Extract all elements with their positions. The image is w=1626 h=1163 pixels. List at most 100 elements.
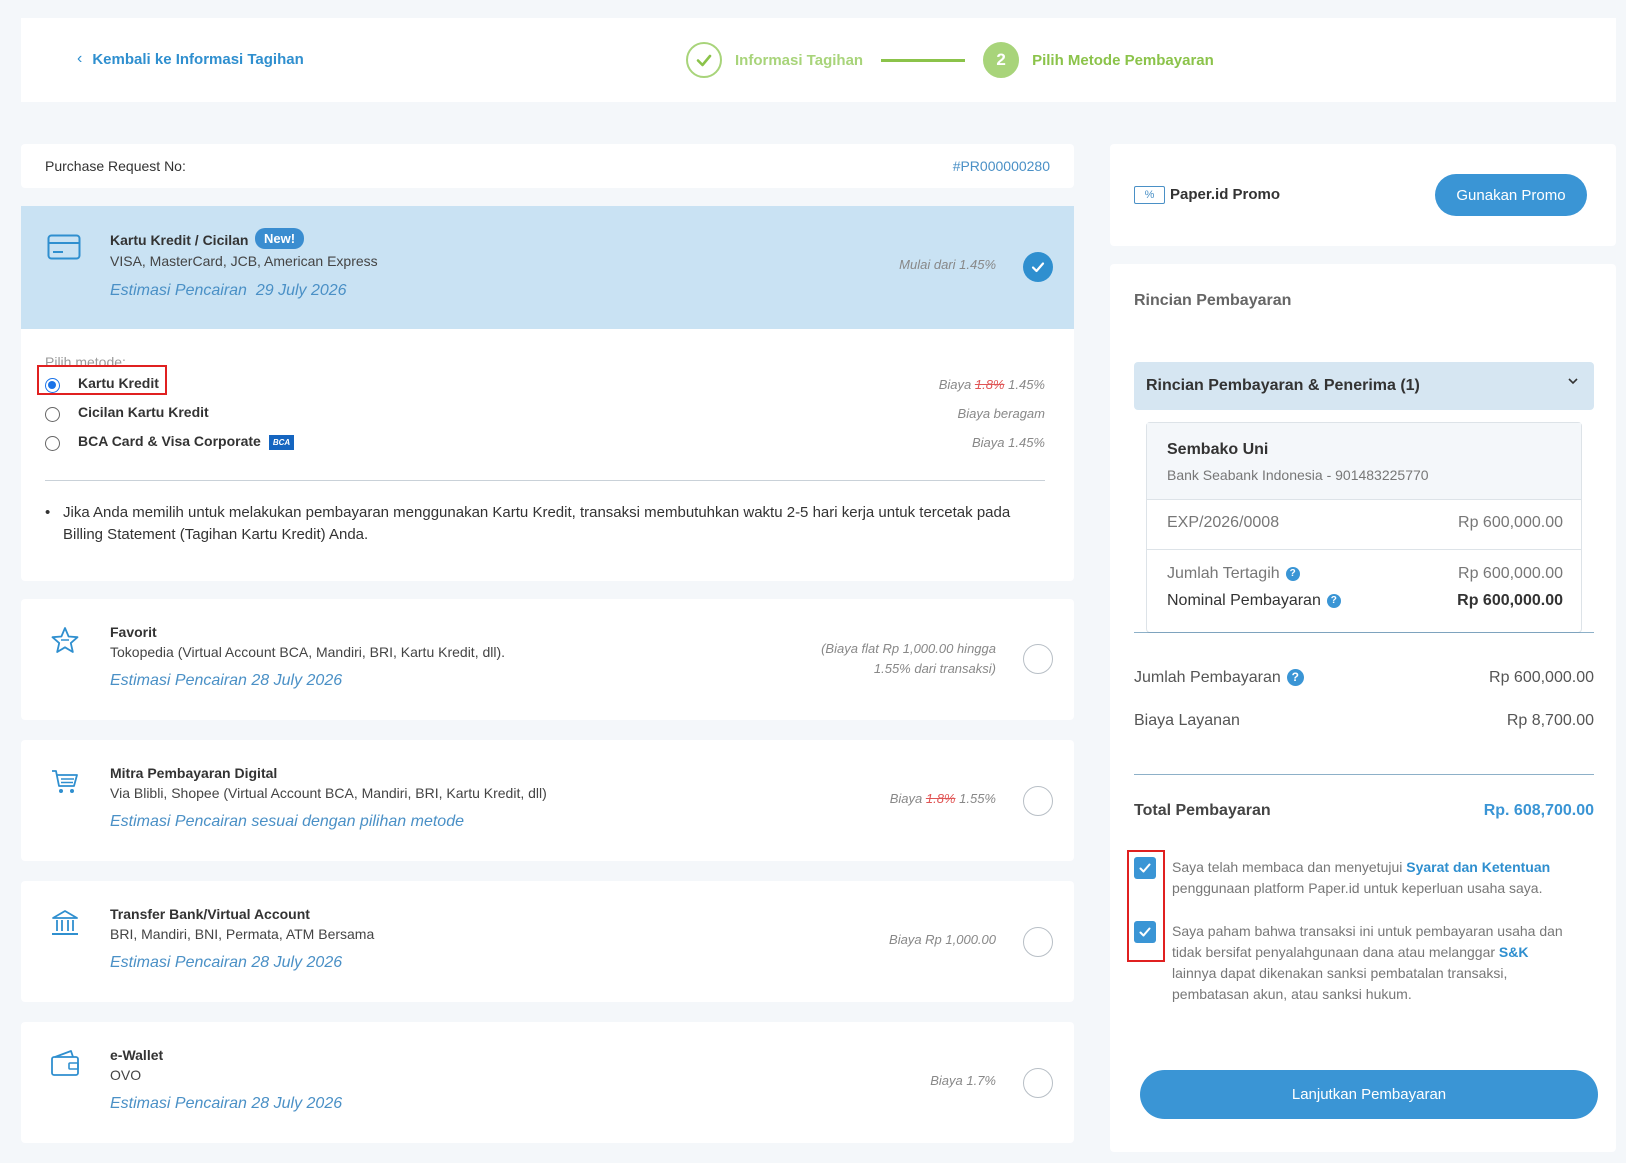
option-label: Cicilan Kartu Kredit [78, 404, 209, 420]
divider [1134, 774, 1594, 775]
method-estimate: Estimasi Pencairan sesuai dengan pilihan… [110, 813, 464, 830]
terms-link[interactable]: Syarat dan Ketentuan [1406, 859, 1550, 875]
method-estimate: Estimasi Pencairan 28 July 2026 [110, 672, 343, 689]
option-fee: Biaya 1.45% [972, 435, 1045, 450]
method-title: Transfer Bank/Virtual Account [110, 906, 310, 922]
divider [1134, 632, 1594, 633]
step-1-label: Informasi Tagihan [735, 51, 864, 69]
chevron-down-icon [1566, 374, 1580, 393]
method-card-credit-card: Kartu Kredit / Cicilan New! VISA, Master… [21, 206, 1074, 581]
service-fee-value: Rp 8,700.00 [1506, 712, 1594, 729]
method-radio[interactable] [1023, 644, 1053, 674]
option-fee: Biaya beragam [957, 406, 1045, 421]
billed-amount-value: Rp 600,000.00 [1458, 565, 1563, 582]
purchase-request-number: #PR000000280 [952, 158, 1050, 174]
method-fee: Biaya 1.7% [930, 1073, 996, 1088]
purchase-request-row: Purchase Request No: #PR000000280 [21, 144, 1074, 188]
help-icon[interactable]: ? [1285, 566, 1300, 581]
service-fee-label: Biaya Layanan [1134, 712, 1240, 729]
receiver-header: Sembako Uni Bank Seabank Indonesia - 901… [1147, 423, 1581, 499]
purchase-request-label: Purchase Request No: [45, 158, 186, 174]
promo-card: % Paper.id Promo Gunakan Promo [1110, 144, 1616, 246]
highlight-box-kartu-kredit [37, 365, 167, 395]
divider [1147, 549, 1581, 550]
method-subtitle: OVO [110, 1067, 142, 1083]
option-kartu-kredit[interactable]: Kartu Kredit Biaya 1.8% 1.45% [45, 375, 1045, 399]
bank-icon [49, 907, 81, 945]
sk-link[interactable]: S&K [1499, 944, 1529, 960]
receiver-bank: Bank Seabank Indonesia - 901483225770 [1167, 467, 1429, 483]
total-label: Total Pembayaran [1134, 802, 1271, 819]
method-card-favorit[interactable]: Favorit Tokopedia (Virtual Account BCA, … [21, 599, 1074, 720]
step-2-label: Pilih Metode Pembayaran [1032, 51, 1214, 69]
method-title: e-Wallet [110, 1047, 164, 1063]
option-fee: Biaya 1.8% 1.45% [938, 377, 1045, 392]
step-2-number: 2 [983, 42, 1020, 78]
promo-ticket-icon: % [1134, 186, 1165, 204]
invoice-number: EXP/2026/0008 [1167, 514, 1280, 531]
total-value: Rp. 608,700.00 [1483, 802, 1594, 819]
method-radio[interactable] [1023, 927, 1053, 957]
continue-payment-button[interactable]: Lanjutkan Pembayaran [1140, 1070, 1598, 1119]
help-icon[interactable]: ? [1286, 669, 1304, 687]
radio-bca-corporate[interactable] [45, 436, 60, 451]
credit-card-subtitle: VISA, MasterCard, JCB, American Express [110, 253, 378, 269]
back-link-label: Kembali ke Informasi Tagihan [92, 50, 304, 68]
selected-check-icon[interactable] [1023, 252, 1053, 282]
business-use-agreement-text: Saya paham bahwa transaksi ini untuk pem… [1172, 923, 1563, 1002]
receiver-name: Sembako Uni [1167, 441, 1269, 458]
nominal-label: Nominal Pembayaran? [1167, 592, 1341, 610]
credit-card-note: Jika Anda memilih untuk melakukan pembay… [45, 502, 1053, 546]
method-fee: (Biaya flat Rp 1,000.00 hingga 1.55% dari… [821, 641, 996, 676]
divider [1147, 499, 1581, 500]
billed-amount-label: Jumlah Tertagih? [1167, 565, 1300, 583]
method-fee: Biaya 1.8% 1.55% [889, 791, 996, 806]
method-card-digital-partner[interactable]: Mitra Pembayaran Digital Via Blibli, Sho… [21, 740, 1074, 861]
option-bca-corporate[interactable]: BCA Card & Visa Corporate BCA Biaya 1.45% [45, 433, 1045, 457]
new-badge: New! [255, 228, 305, 249]
help-icon[interactable]: ? [1326, 593, 1341, 608]
bca-logo: BCA [268, 434, 295, 450]
method-subtitle: Via Blibli, Shopee (Virtual Account BCA,… [110, 785, 547, 801]
credit-card-estimate: Estimasi Pencairan 29 July 2026 [110, 282, 347, 299]
option-cicilan[interactable]: Cicilan Kartu Kredit Biaya beragam [45, 404, 1045, 428]
option-label: BCA Card & Visa Corporate BCA [78, 433, 295, 450]
highlight-box-checkboxes [1127, 850, 1165, 962]
step-connector [881, 58, 966, 62]
header-bar: ‹ Kembali ke Informasi Tagihan Informasi… [21, 18, 1616, 102]
payment-detail-title: Rincian Pembayaran [1134, 292, 1292, 309]
payment-amount-label: Jumlah Pembayaran? [1134, 669, 1304, 687]
nominal-value: Rp 600,000.00 [1457, 592, 1563, 609]
method-estimate: Estimasi Pencairan 28 July 2026 [110, 1095, 343, 1112]
method-card-bank-transfer[interactable]: Transfer Bank/Virtual Account BRI, Mandi… [21, 881, 1074, 1002]
accordion-title: Rincian Pembayaran & Penerima (1) [1146, 377, 1420, 394]
method-subtitle: Tokopedia (Virtual Account BCA, Mandiri,… [110, 644, 506, 660]
use-promo-button[interactable]: Gunakan Promo [1435, 174, 1587, 216]
credit-card-title: Kartu Kredit / Cicilan [110, 232, 249, 248]
stepper: Informasi Tagihan 2 Pilih Metode Pembaya… [686, 42, 1214, 78]
method-radio[interactable] [1023, 1068, 1053, 1098]
star-icon [49, 625, 81, 663]
method-radio[interactable] [1023, 786, 1053, 816]
payment-detail-card: Rincian Pembayaran Rincian Pembayaran & … [1110, 264, 1616, 1152]
radio-cicilan[interactable] [45, 407, 60, 422]
terms-agreement-text: Saya telah membaca dan menyetujui Syarat… [1172, 859, 1551, 896]
chevron-left-icon: ‹ [77, 50, 83, 67]
credit-card-fee: Mulai dari 1.45% [899, 257, 996, 272]
method-subtitle: BRI, Mandiri, BNI, Permata, ATM Bersama [110, 926, 375, 942]
wallet-icon [49, 1048, 81, 1086]
cart-icon [49, 766, 81, 804]
payment-receiver-accordion[interactable]: Rincian Pembayaran & Penerima (1) [1134, 362, 1594, 410]
method-estimate: Estimasi Pencairan 28 July 2026 [110, 954, 343, 971]
method-title: Mitra Pembayaran Digital [110, 765, 278, 781]
divider [45, 480, 1045, 481]
method-card-ewallet[interactable]: e-Wallet OVO Estimasi Pencairan 28 July … [21, 1022, 1074, 1143]
back-to-invoice-info-link[interactable]: ‹ Kembali ke Informasi Tagihan [77, 50, 304, 68]
promo-label: Paper.id Promo [1170, 186, 1281, 203]
receiver-box: Sembako Uni Bank Seabank Indonesia - 901… [1146, 422, 1582, 633]
step-1-check-icon [686, 42, 722, 78]
method-title: Favorit [110, 624, 157, 640]
credit-card-header[interactable]: Kartu Kredit / Cicilan New! VISA, Master… [21, 206, 1074, 329]
payment-amount-value: Rp 600,000.00 [1489, 669, 1594, 686]
credit-card-icon [47, 234, 81, 266]
